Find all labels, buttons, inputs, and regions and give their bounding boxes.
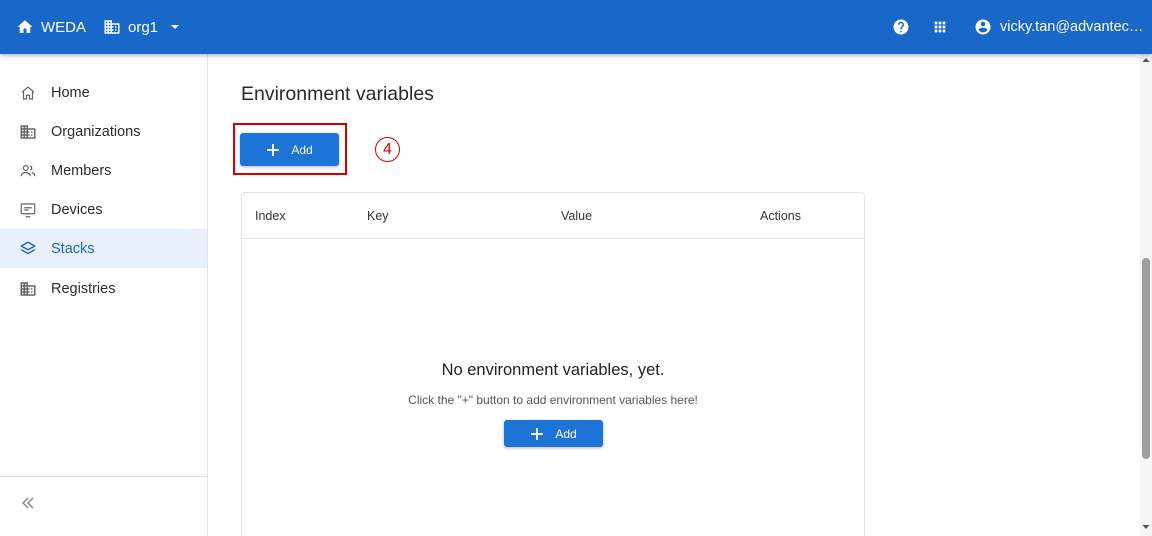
table-header: Index Key Value Actions bbox=[242, 193, 864, 239]
double-chevron-left-icon[interactable] bbox=[20, 495, 36, 511]
user-menu[interactable]: vicky.tan@advantec… bbox=[974, 0, 1143, 54]
people-icon bbox=[20, 164, 36, 176]
caret-down-icon bbox=[171, 25, 180, 29]
sidebar-item-label: Devices bbox=[51, 201, 103, 218]
page-title: Environment variables bbox=[241, 83, 434, 105]
sidebar-item-label: Stacks bbox=[51, 240, 95, 257]
building-icon bbox=[20, 124, 36, 139]
brand-name: WEDA bbox=[41, 18, 86, 36]
building-icon bbox=[20, 281, 36, 296]
scroll-down-arrow-icon[interactable] bbox=[1142, 524, 1150, 530]
help-icon bbox=[893, 19, 909, 35]
building-icon bbox=[104, 20, 120, 34]
scroll-up-arrow-icon[interactable] bbox=[1142, 57, 1150, 63]
empty-state-subtitle: Click the "+" button to add environment … bbox=[408, 393, 698, 407]
env-variables-table: Index Key Value Actions No environment v… bbox=[241, 192, 865, 536]
help-button[interactable] bbox=[892, 18, 910, 36]
column-header-value[interactable]: Value bbox=[561, 209, 592, 223]
add-button-label: Add bbox=[555, 426, 577, 441]
scroll-thumb[interactable] bbox=[1142, 258, 1150, 459]
sidebar-item-home[interactable]: Home bbox=[0, 73, 207, 112]
home-outline-icon bbox=[21, 85, 35, 100]
column-header-index[interactable]: Index bbox=[255, 209, 286, 223]
column-header-actions: Actions bbox=[760, 209, 801, 223]
sidebar: Home Organizations Members Devices Stack… bbox=[0, 54, 208, 536]
sidebar-item-label: Members bbox=[51, 162, 112, 179]
main-content: Environment variables Add 4 Index Key Va… bbox=[209, 54, 1143, 536]
sidebar-item-organizations[interactable]: Organizations bbox=[0, 112, 207, 151]
sidebar-item-devices[interactable]: Devices bbox=[0, 190, 207, 229]
page-scrollbar[interactable] bbox=[1140, 54, 1152, 536]
sidebar-divider bbox=[0, 476, 207, 477]
user-email: vicky.tan@advantec… bbox=[1000, 19, 1144, 35]
home-icon bbox=[17, 20, 33, 33]
plus-icon bbox=[267, 143, 280, 156]
empty-state-title: No environment variables, yet. bbox=[441, 361, 665, 379]
device-icon bbox=[20, 202, 36, 217]
account-circle-icon bbox=[975, 19, 991, 35]
sidebar-item-label: Organizations bbox=[51, 123, 141, 140]
layers-icon bbox=[20, 241, 36, 254]
org-name: org1 bbox=[128, 18, 159, 36]
org-selector[interactable]: org1 bbox=[103, 0, 180, 54]
sidebar-item-registries[interactable]: Registries bbox=[0, 269, 207, 308]
apps-grid-icon bbox=[934, 21, 946, 33]
sidebar-item-label: Home bbox=[51, 84, 90, 101]
empty-add-button[interactable]: Add bbox=[504, 420, 603, 447]
sidebar-item-members[interactable]: Members bbox=[0, 151, 207, 190]
column-header-key[interactable]: Key bbox=[367, 209, 389, 223]
apps-button[interactable] bbox=[931, 18, 949, 36]
step-badge: 4 bbox=[375, 137, 400, 162]
plus-icon bbox=[531, 427, 544, 440]
top-app-bar: WEDA org1 vicky.tan@advantec… bbox=[0, 0, 1152, 54]
sidebar-item-label: Registries bbox=[51, 280, 116, 297]
sidebar-item-stacks[interactable]: Stacks bbox=[0, 229, 207, 268]
brand-home-link[interactable]: WEDA bbox=[16, 0, 86, 54]
add-variable-button[interactable]: Add bbox=[240, 133, 339, 166]
add-button-label: Add bbox=[291, 142, 313, 157]
